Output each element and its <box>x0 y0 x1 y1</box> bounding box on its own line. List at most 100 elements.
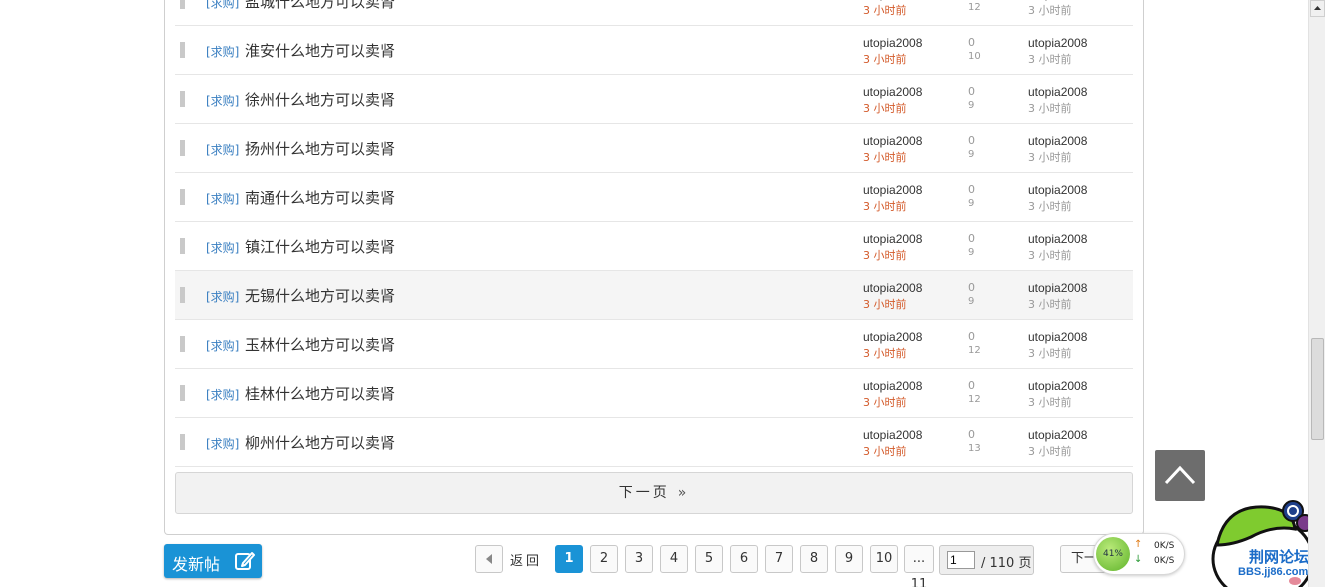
page-number-button[interactable]: 7 <box>765 545 793 573</box>
page-number-button[interactable]: 3 <box>625 545 653 573</box>
thread-post-time: 3 小时前 <box>863 200 907 213</box>
page-number-button[interactable]: 6 <box>730 545 758 573</box>
thread-last-poster-link[interactable]: utopia2008 <box>1028 36 1087 50</box>
thread-post-time: 3 小时前 <box>863 249 907 262</box>
thread-view-count: 10 <box>968 51 981 62</box>
page-jump-input[interactable] <box>947 551 975 569</box>
thread-last-poster-link[interactable]: utopia2008 <box>1028 330 1087 344</box>
thread-last-poster-link[interactable]: utopia2008 <box>1028 379 1087 393</box>
thread-author-link[interactable]: utopia2008 <box>863 0 922 1</box>
thread-title-link[interactable]: 镇江什么地方可以卖肾 <box>245 236 395 257</box>
thread-title-link[interactable]: 玉林什么地方可以卖肾 <box>245 334 395 355</box>
thread-reply-count: 0 <box>968 330 975 343</box>
page-number-button[interactable]: 9 <box>835 545 863 573</box>
thread-last-post-time: 3 小时前 <box>1028 200 1072 213</box>
thread-row: [求购] 柳州什么地方可以卖肾 utopia2008 3 小时前 0 13 utopia20… <box>175 418 1133 467</box>
thread-title-link[interactable]: 南通什么地方可以卖肾 <box>245 187 395 208</box>
thread-category-link[interactable]: [求购] <box>206 43 239 60</box>
new-post-label: 发新帖 <box>172 555 221 574</box>
thread-row: [求购] 无锡什么地方可以卖肾 utopia2008 3 小时前 0 9 utopia200… <box>175 271 1133 320</box>
thread-reply-count: 0 <box>968 379 975 392</box>
chevron-up-icon <box>1164 465 1196 485</box>
thread-view-count: 9 <box>968 149 975 160</box>
thread-author-link[interactable]: utopia2008 <box>863 183 922 197</box>
thread-category-link[interactable]: [求购] <box>206 435 239 452</box>
thread-author-link[interactable]: utopia2008 <box>863 36 922 50</box>
back-to-top-button[interactable] <box>1155 450 1205 501</box>
page-number-button[interactable]: ... 11 <box>904 545 934 587</box>
thread-last-post-time: 3 小时前 <box>1028 102 1072 115</box>
edit-icon <box>235 552 255 570</box>
thread-view-count: 12 <box>968 2 981 13</box>
thread-author-link[interactable]: utopia2008 <box>863 85 922 99</box>
thread-last-poster-link[interactable]: utopia2008 <box>1028 183 1087 197</box>
page-number-button[interactable]: 1 <box>555 545 583 573</box>
thread-author-link[interactable]: utopia2008 <box>863 281 922 295</box>
next-page-bar[interactable]: 下一页 » <box>175 472 1133 514</box>
thread-author-link[interactable]: utopia2008 <box>863 428 922 442</box>
scroll-up-arrow-icon <box>1314 6 1321 10</box>
thread-last-poster-link[interactable]: utopia2008 <box>1028 428 1087 442</box>
thread-title-link[interactable]: 无锡什么地方可以卖肾 <box>245 285 395 306</box>
brand-name: 荆网论坛 <box>1249 548 1310 566</box>
thread-category-link[interactable]: [求购] <box>206 0 239 11</box>
thread-author-link[interactable]: utopia2008 <box>863 379 922 393</box>
page-number-button[interactable]: 2 <box>590 545 618 573</box>
triangle-left-icon <box>486 554 492 564</box>
scroll-up-button[interactable] <box>1310 0 1325 17</box>
thread-last-post-time: 3 小时前 <box>1028 151 1072 164</box>
thread-row: [求购] 桂林什么地方可以卖肾 utopia2008 3 小时前 0 12 utopia20… <box>175 369 1133 418</box>
thread-row: [求购] 玉林什么地方可以卖肾 utopia2008 3 小时前 0 12 utopia20… <box>175 320 1133 369</box>
thread-title-link[interactable]: 扬州什么地方可以卖肾 <box>245 138 395 159</box>
thread-last-post-time: 3 小时前 <box>1028 396 1072 409</box>
scrollbar-thumb[interactable] <box>1311 338 1324 440</box>
thread-row: [求购]盐城什么地方可以卖肾utopia20083 小时前012utopia20… <box>175 0 1133 26</box>
prev-page-button[interactable] <box>475 545 503 573</box>
thread-title-link[interactable]: 柳州什么地方可以卖肾 <box>245 432 395 453</box>
vertical-scrollbar[interactable] <box>1308 0 1325 587</box>
thread-last-poster-link[interactable]: utopia2008 <box>1028 281 1087 295</box>
thread-title-link[interactable]: 淮安什么地方可以卖肾 <box>245 40 395 61</box>
thread-category-link[interactable]: [求购] <box>206 337 239 354</box>
thread-post-time: 3 小时前 <box>863 53 907 66</box>
thread-reply-count: 0 <box>968 36 975 49</box>
thread-view-count: 9 <box>968 296 975 307</box>
network-usage-ball: 41% <box>1096 537 1130 571</box>
thread-author-link[interactable]: utopia2008 <box>863 232 922 246</box>
thread-row: [求购] 徐州什么地方可以卖肾 utopia2008 3 小时前 0 9 utopia200… <box>175 75 1133 124</box>
thread-last-poster-link[interactable]: utopia2008 <box>1028 85 1087 99</box>
thread-last-post-time: 3 小时前 <box>1028 445 1072 458</box>
thread-category-link[interactable]: [求购] <box>206 386 239 403</box>
thread-view-count: 12 <box>968 394 981 405</box>
thread-marker <box>180 189 185 205</box>
thread-reply-count: 0 <box>968 232 975 245</box>
thread-view-count: 9 <box>968 247 975 258</box>
thread-marker <box>180 287 185 303</box>
page-number-button[interactable]: 4 <box>660 545 688 573</box>
thread-category-link[interactable]: [求购] <box>206 92 239 109</box>
page-number-button[interactable]: 5 <box>695 545 723 573</box>
thread-title-link[interactable]: 徐州什么地方可以卖肾 <box>245 89 395 110</box>
new-post-button[interactable]: 发新帖 <box>164 544 262 578</box>
thread-category-link[interactable]: [求购] <box>206 190 239 207</box>
thread-author-link[interactable]: utopia2008 <box>863 134 922 148</box>
thread-reply-count: 0 <box>968 134 975 147</box>
next-page-arrow: » <box>677 485 690 501</box>
page-number-button[interactable]: 10 <box>870 545 898 573</box>
back-label[interactable]: 返回 <box>510 550 542 569</box>
thread-marker <box>180 336 185 352</box>
thread-last-poster-link[interactable]: utopia2008 <box>1028 0 1087 1</box>
thread-last-poster-link[interactable]: utopia2008 <box>1028 134 1087 148</box>
thread-last-poster-link[interactable]: utopia2008 <box>1028 232 1087 246</box>
thread-title-link[interactable]: 盐城什么地方可以卖肾 <box>245 0 395 12</box>
thread-category-link[interactable]: [求购] <box>206 141 239 158</box>
thread-author-link[interactable]: utopia2008 <box>863 330 922 344</box>
thread-reply-count: 0 <box>968 183 975 196</box>
network-speed-widget[interactable]: 41% ↑ ↓ 0K/S 0K/S <box>1093 533 1185 575</box>
thread-post-time: 3 小时前 <box>863 396 907 409</box>
page-number-button[interactable]: 8 <box>800 545 828 573</box>
thread-title-link[interactable]: 桂林什么地方可以卖肾 <box>245 383 395 404</box>
thread-category-link[interactable]: [求购] <box>206 288 239 305</box>
thread-post-time: 3 小时前 <box>863 4 907 17</box>
thread-category-link[interactable]: [求购] <box>206 239 239 256</box>
